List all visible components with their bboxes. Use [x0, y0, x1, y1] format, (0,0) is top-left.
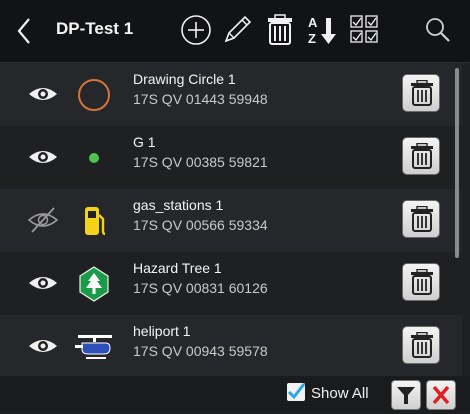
page-title: DP-Test 1 — [56, 19, 134, 38]
trash-icon[interactable] — [260, 10, 300, 50]
item-name: gas_stations 1 — [133, 197, 224, 213]
layer-list-screen: DP-Test 1 A Z Drawing Circle 1 17S QV 01… — [0, 0, 470, 410]
trash-icon — [411, 206, 433, 232]
header-toolbar: DP-Test 1 A Z — [0, 0, 470, 63]
list-item[interactable]: Hazard Tree 1 17S QV 00831 60126 — [0, 252, 462, 317]
trash-icon — [411, 332, 433, 358]
filter-button[interactable] — [391, 380, 421, 410]
select-all-icon[interactable] — [344, 10, 384, 50]
green-dot-icon — [74, 138, 114, 178]
gas-pump-icon — [74, 201, 114, 241]
filter-icon — [397, 387, 415, 404]
helicopter-icon — [74, 327, 114, 367]
trash-icon — [411, 80, 433, 106]
orange-circle-outline-icon — [74, 75, 114, 115]
delete-button[interactable] — [402, 263, 440, 301]
hazard-tree-icon — [74, 264, 114, 304]
item-coordinates: 17S QV 00831 60126 — [133, 280, 268, 296]
eye-hidden-icon[interactable] — [26, 205, 60, 235]
layer-list: Drawing Circle 1 17S QV 01443 59948 G 1 … — [0, 63, 462, 376]
delete-button[interactable] — [402, 326, 440, 364]
item-name: Hazard Tree 1 — [133, 260, 222, 276]
list-item[interactable]: heliport 1 17S QV 00943 59578 — [0, 315, 462, 376]
item-name: Drawing Circle 1 — [133, 71, 236, 87]
sort-az-icon[interactable]: A Z — [302, 10, 342, 50]
close-button[interactable] — [426, 380, 456, 410]
eye-icon[interactable] — [26, 331, 60, 361]
search-icon[interactable] — [418, 10, 458, 50]
list-item[interactable]: G 1 17S QV 00385 59821 — [0, 126, 462, 191]
delete-button[interactable] — [402, 200, 440, 238]
scrollbar[interactable] — [455, 68, 459, 258]
svg-text:A: A — [308, 15, 318, 30]
eye-icon[interactable] — [26, 142, 60, 172]
back-chevron-icon[interactable] — [14, 14, 36, 48]
item-coordinates: 17S QV 01443 59948 — [133, 91, 268, 107]
item-name: G 1 — [133, 134, 156, 150]
item-coordinates: 17S QV 00943 59578 — [133, 343, 268, 359]
item-name: heliport 1 — [133, 323, 191, 339]
item-coordinates: 17S QV 00385 59821 — [133, 154, 268, 170]
show-all-label[interactable]: Show All — [311, 385, 369, 402]
show-all-checkbox[interactable] — [287, 383, 306, 401]
item-coordinates: 17S QV 00566 59334 — [133, 217, 268, 233]
footer-bar: Show All — [0, 376, 470, 410]
trash-icon — [411, 269, 433, 295]
add-circle-icon[interactable] — [176, 10, 216, 50]
close-icon — [432, 385, 450, 405]
eye-icon[interactable] — [26, 79, 60, 109]
list-item[interactable]: gas_stations 1 17S QV 00566 59334 — [0, 189, 462, 254]
list-item[interactable]: Drawing Circle 1 17S QV 01443 59948 — [0, 63, 462, 128]
trash-icon — [411, 143, 433, 169]
pencil-icon[interactable] — [217, 10, 257, 50]
delete-button[interactable] — [402, 137, 440, 175]
checkmark-icon — [287, 383, 306, 400]
eye-icon[interactable] — [26, 268, 60, 298]
delete-button[interactable] — [402, 74, 440, 112]
svg-text:Z: Z — [308, 31, 316, 46]
